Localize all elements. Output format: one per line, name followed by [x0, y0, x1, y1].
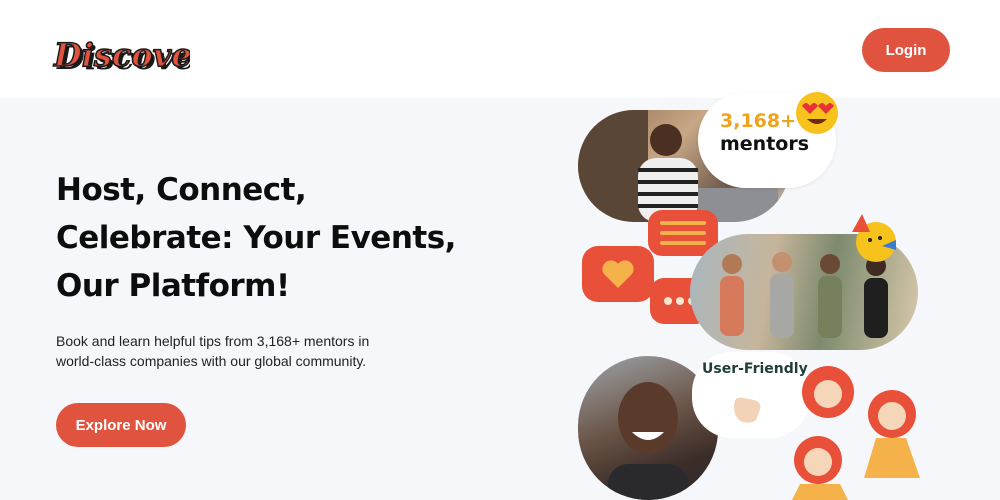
login-button[interactable]: Login	[862, 28, 950, 72]
call-me-hand-icon	[734, 397, 761, 423]
subtext-line-2: world-class companies with our global co…	[56, 353, 367, 369]
mentors-count: 3,168+	[720, 110, 797, 132]
party-emoji-icon	[852, 214, 896, 262]
headline-line-2: Celebrate: Your Events,	[56, 220, 456, 256]
headline-line-1: Host, Connect,	[56, 172, 307, 208]
hero-headline: Host, Connect, Celebrate: Your Events, O…	[56, 166, 496, 310]
hero-collage: 3,168+ mentors User-Friendly	[570, 92, 940, 500]
discover-logo[interactable]: Discover Discover	[50, 26, 190, 78]
subtext-line-1: Book and learn helpful tips from 3,168+ …	[56, 333, 370, 349]
svg-text:Discover: Discover	[53, 36, 190, 74]
heart-chat-icon	[582, 246, 654, 302]
mentors-label: mentors	[720, 133, 810, 155]
hero-subtext: Book and learn helpful tips from 3,168+ …	[56, 331, 416, 371]
illustrated-people-icon	[792, 366, 920, 500]
explore-now-button[interactable]: Explore Now	[56, 403, 186, 447]
heart-eyes-emoji-icon	[796, 92, 838, 134]
site-header: Discover Discover Login	[0, 0, 1000, 98]
headline-line-3: Our Platform!	[56, 268, 290, 304]
